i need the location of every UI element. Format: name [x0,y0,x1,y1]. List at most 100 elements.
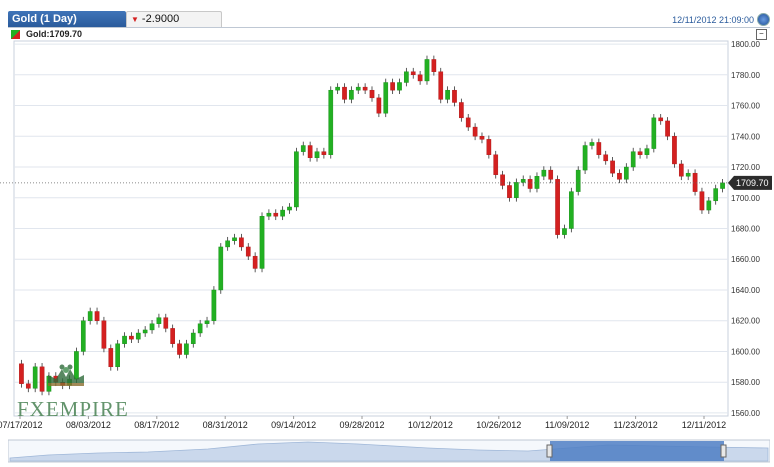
y-tick-label: 1660.00 [731,255,760,264]
watermark-text: FXEMPIRE [17,397,129,421]
navigator[interactable] [8,436,770,464]
x-tick-label: 11/09/2012 [545,420,589,430]
candle-body [699,191,705,211]
candle-body [445,89,450,100]
candle-body [177,343,182,355]
candle [575,166,581,196]
candle [218,243,224,294]
candle [672,132,677,168]
candle-body [287,206,292,211]
candle-body [610,160,615,174]
candle-body [479,136,485,140]
candle [259,212,265,273]
candle-body [211,289,217,321]
candle-body [672,136,677,165]
candle-body [170,328,175,344]
y-tick-label: 1600.00 [731,347,760,356]
candle-body [266,212,272,217]
candle [101,316,107,353]
candle-body [225,240,230,248]
candle-body [163,317,169,329]
x-tick-label: 10/12/2012 [408,420,453,430]
candle-body [122,335,127,344]
navigator-selection[interactable] [550,441,724,461]
candle-body [459,102,464,119]
candle-body [74,351,79,380]
candle-body [149,323,155,331]
candle-body [548,169,554,180]
candle [328,86,334,159]
candle-body [465,117,471,128]
candle-body [486,139,492,155]
candle [582,141,588,174]
candle-body [376,97,382,114]
candle-body [294,151,299,208]
candle-body [129,335,134,340]
x-tick-label: 10/26/2012 [476,420,521,430]
candle-body [135,332,141,340]
candle-body [245,246,251,257]
candle-body [197,323,203,334]
candle-body [452,89,457,103]
candle-body [390,82,395,91]
candle-body [582,145,588,171]
candle-body [362,86,368,91]
candle [80,316,86,356]
y-tick-label: 1800.00 [731,40,760,49]
candle [294,147,299,211]
candle-body [39,366,45,392]
candle-body [25,383,31,389]
candle-body [644,148,650,155]
candle [699,187,705,214]
candle-body [307,145,313,159]
candle [555,175,560,239]
price-chart[interactable]: 1560.00 1580.00 1600.00 1620.00 1640.00 1660.… [0,0,774,436]
navigator-handle-left[interactable] [546,444,553,458]
x-tick-label: 07/17/2012 [0,420,43,430]
candle-body [527,179,533,189]
candle-body [507,185,512,198]
candle-body [665,120,670,137]
candle-body [630,151,636,168]
candle-body [706,200,712,211]
candle-body [280,209,285,217]
candle-body [720,182,725,189]
candle-body [397,82,402,91]
candle-body [259,216,265,269]
candle-body [534,176,540,189]
candle-body [493,154,499,175]
candle [569,187,574,233]
candle-body [541,169,547,177]
y-axis-labels: 1560.00 1580.00 1600.00 1620.00 1640.00 1660.… [731,40,760,418]
last-price-label: 1709.70 [736,178,769,188]
candle-body [678,163,684,177]
candle-body [658,117,664,122]
y-tick-label: 1580.00 [731,378,760,387]
candle-body [685,172,691,177]
candle-body [32,366,38,389]
candle-body [204,320,210,324]
y-tick-label: 1760.00 [731,102,760,111]
candle [39,362,45,396]
candle-body [713,188,719,202]
navigator-handle-right[interactable] [720,444,727,458]
candle-body [349,89,354,100]
x-tick-label: 12/11/2012 [682,420,726,430]
candle-body [417,74,423,82]
candle [383,78,389,118]
y-tick-label: 1700.00 [731,194,760,203]
candle-body [335,86,340,91]
candle-body [404,71,409,83]
candle-body [156,317,162,324]
candle-body [603,154,609,162]
candle-body [575,169,581,192]
candle [692,169,698,196]
candle-body [184,343,189,355]
candle-body [369,89,375,99]
y-tick-label: 1720.00 [731,163,760,172]
candle-body [19,363,24,384]
candle-body [218,246,224,291]
candle-body [328,89,334,155]
candle-body [472,126,478,137]
candle-body [431,59,437,72]
